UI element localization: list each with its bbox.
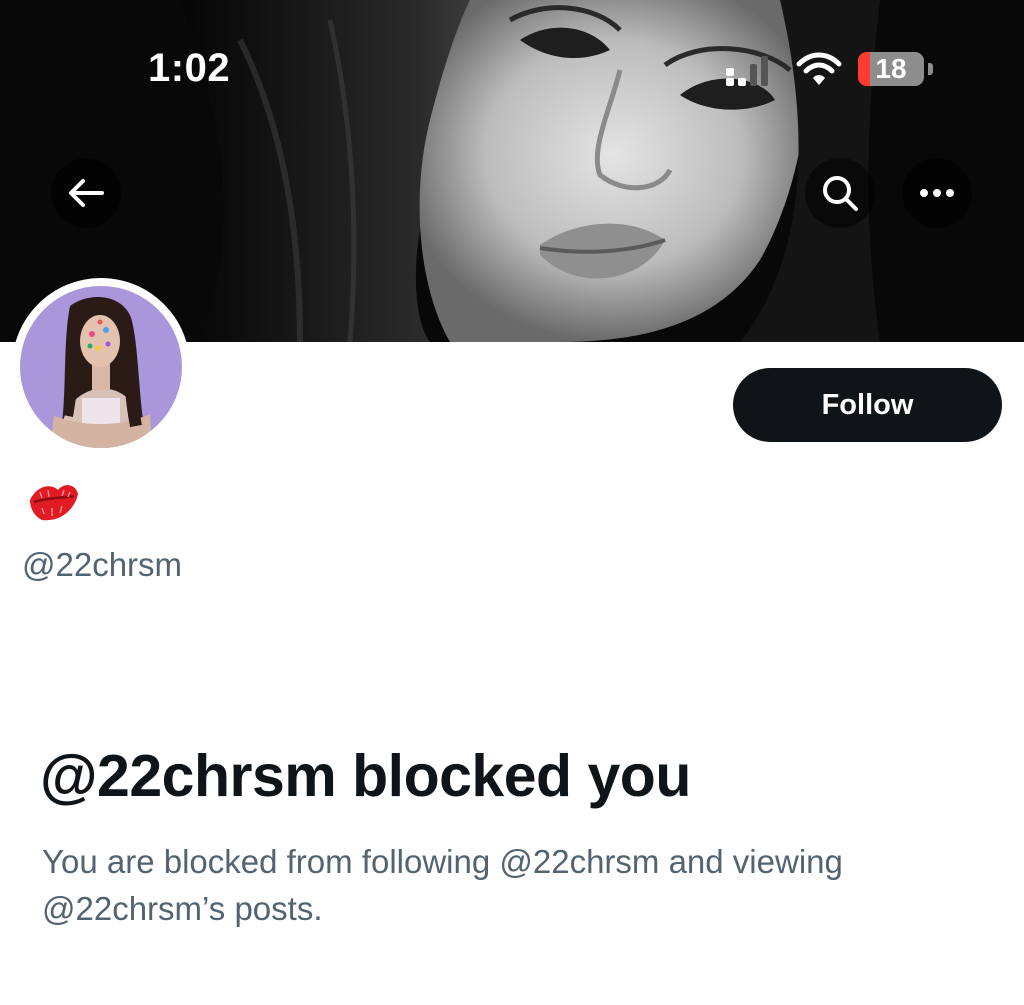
search-icon xyxy=(823,176,858,211)
kiss-mark-icon xyxy=(30,485,78,521)
search-button[interactable] xyxy=(805,158,875,228)
cellular-signal-icon xyxy=(726,56,768,86)
battery-tip xyxy=(928,63,933,75)
follow-button[interactable]: Follow xyxy=(733,368,1002,442)
blocked-description: You are blocked from following @22chrsm … xyxy=(42,843,843,927)
display-name xyxy=(28,478,80,526)
battery-level: 18 xyxy=(875,53,907,84)
blocked-title: @22chrsm blocked you xyxy=(40,743,691,809)
status-icons: 18 xyxy=(722,52,942,88)
avatar-image xyxy=(20,286,182,448)
profile-handle: @22chrsm xyxy=(22,546,183,583)
battery-icon: 18 xyxy=(858,52,924,86)
status-time: 1:02 xyxy=(148,46,231,90)
profile-page: 1:02 18 Follow @22chrsm @22chrsm blocked… xyxy=(0,0,1024,1005)
more-horizontal-icon xyxy=(920,189,954,197)
arrow-left-icon xyxy=(69,179,104,207)
wifi-icon xyxy=(796,52,842,85)
back-button[interactable] xyxy=(51,158,121,228)
more-button[interactable] xyxy=(902,158,972,228)
avatar[interactable] xyxy=(12,278,190,456)
